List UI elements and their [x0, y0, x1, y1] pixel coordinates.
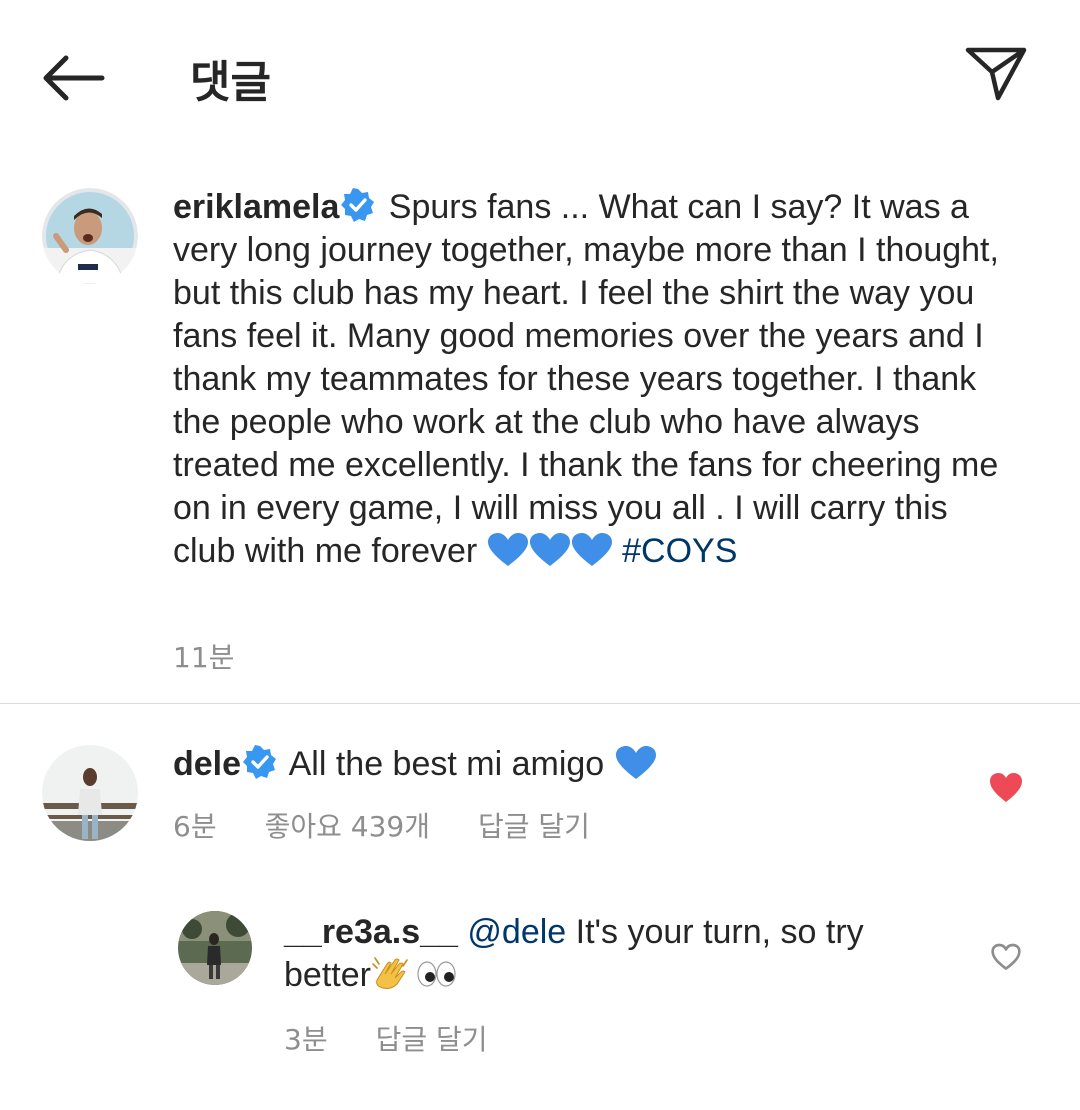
comment-timestamp: 6분 — [173, 810, 217, 843]
reply-meta: 3분 답글 달기 — [284, 1018, 536, 1058]
caption-body: Spurs fans ... What can I say? It was a … — [173, 188, 999, 570]
page-title: 댓글 — [190, 57, 271, 108]
comment-likes-count[interactable]: 좋아요 439개 — [265, 810, 430, 843]
verified-badge-icon — [243, 745, 277, 779]
clap-eyes-emoji — [371, 956, 457, 1001]
avatar-dele[interactable] — [42, 745, 138, 841]
reply-username[interactable]: __re3a.s__ — [284, 913, 458, 951]
caption-text: eriklamela Spurs fans ... What can I say… — [173, 186, 1003, 579]
reply-reply-button[interactable]: 답글 달기 — [376, 1023, 488, 1056]
caption-meta: 11분 — [173, 636, 282, 676]
divider — [0, 703, 1080, 704]
avatar-eriklamela[interactable] — [42, 188, 138, 284]
comment-reply-button[interactable]: 답글 달기 — [478, 810, 590, 843]
caption-username[interactable]: eriklamela — [173, 188, 339, 226]
hashtag-link[interactable]: #COYS — [622, 532, 737, 570]
heart-outline-icon — [991, 943, 1021, 970]
arrow-left-icon — [43, 55, 105, 101]
caption-timestamp: 11분 — [173, 641, 235, 674]
comment-username[interactable]: dele — [173, 745, 241, 783]
reply-like-button[interactable] — [990, 942, 1022, 972]
blue-heart-emoji — [614, 745, 658, 792]
comment-like-button[interactable] — [988, 772, 1024, 804]
paper-plane-icon — [965, 47, 1027, 101]
back-button[interactable] — [40, 50, 106, 106]
verified-badge-icon — [341, 188, 375, 222]
comment-body: All the best mi amigo — [281, 745, 614, 783]
share-button[interactable] — [964, 44, 1028, 102]
avatar-re3a-s[interactable] — [178, 911, 252, 985]
blue-hearts-emoji — [487, 532, 613, 579]
mention-link[interactable]: @dele — [467, 913, 566, 951]
comment-text: dele All the best mi amigo — [173, 743, 953, 792]
reply-text: __re3a.s__ @dele It's your turn, so try … — [284, 911, 924, 1001]
comment-meta: 6분 좋아요 439개 답글 달기 — [173, 805, 638, 845]
reply-timestamp: 3분 — [284, 1023, 328, 1056]
header-bar: 댓글 — [0, 0, 1080, 150]
heart-filled-icon — [990, 773, 1022, 802]
